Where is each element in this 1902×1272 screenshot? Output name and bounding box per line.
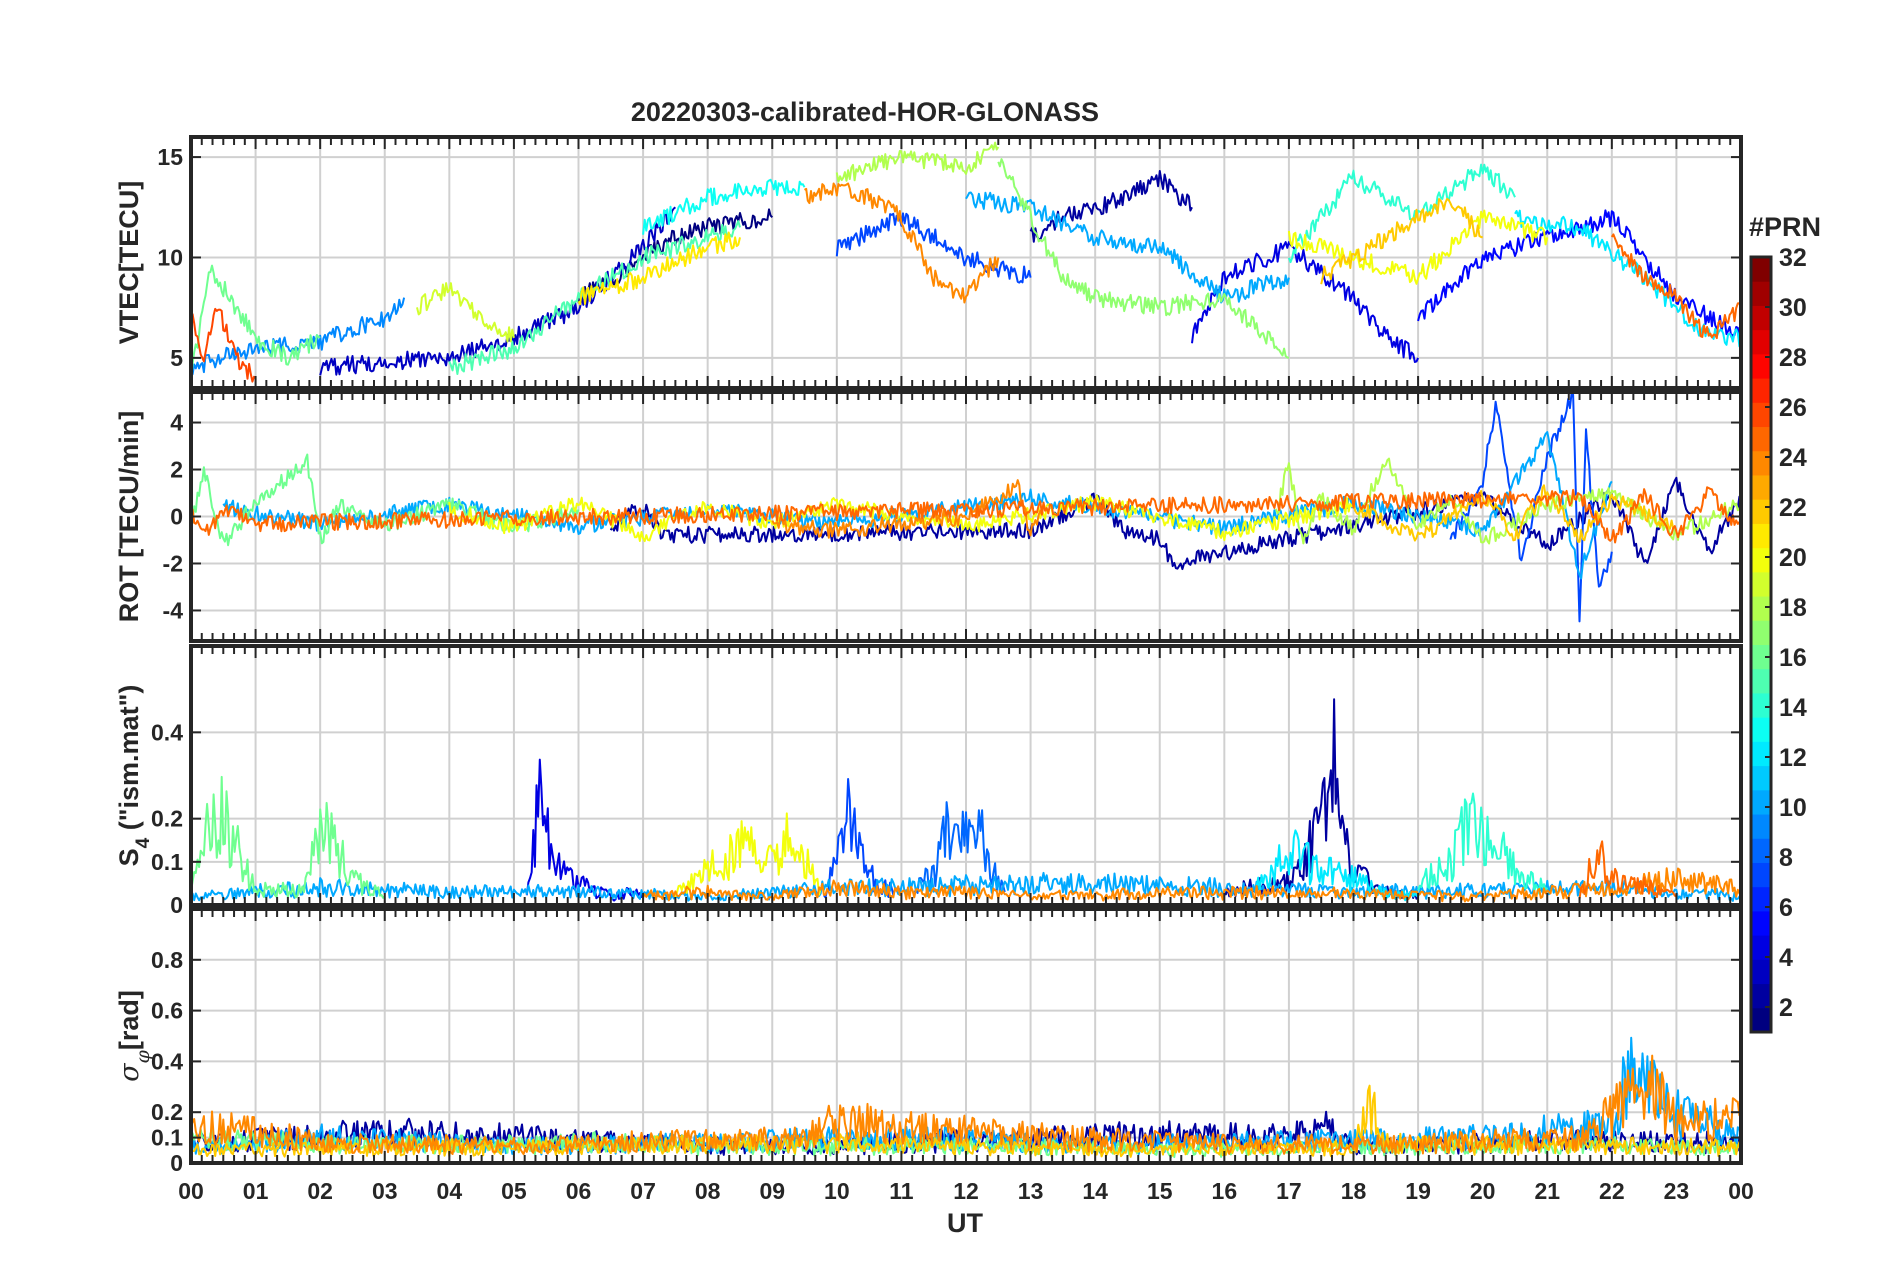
- y-tick-label: 0.4: [151, 719, 183, 745]
- x-tick-label: 17: [1276, 1178, 1302, 1204]
- figure-title: 20220303-calibrated-HOR-GLONASS: [631, 97, 1099, 127]
- x-axis-label: UT: [947, 1208, 983, 1238]
- x-tick-label: 15: [1147, 1178, 1173, 1204]
- y-tick-label: 0.1: [151, 1125, 183, 1151]
- y-tick-label: -2: [163, 550, 183, 576]
- colorbar-tick-label: 12: [1779, 744, 1807, 772]
- colorbar-tick-label: 4: [1779, 944, 1793, 972]
- colorbar-swatch: [1751, 378, 1771, 403]
- y-axis-label: VTEC[TECU]: [114, 181, 144, 345]
- colorbar-tick-label: 16: [1779, 644, 1807, 672]
- colorbar-swatch: [1751, 983, 1771, 1009]
- x-tick-label: 02: [307, 1178, 333, 1204]
- colorbar-swatch: [1751, 862, 1771, 888]
- y-tick-label: 0.8: [151, 947, 183, 973]
- x-tick-label: 09: [759, 1178, 785, 1204]
- colorbar-tick-label: 6: [1779, 894, 1793, 922]
- colorbar-tick-label: 10: [1779, 794, 1807, 822]
- colorbar-swatch: [1751, 717, 1771, 742]
- x-tick-label: 01: [243, 1178, 269, 1204]
- colorbar-tick-label: 2: [1779, 994, 1793, 1022]
- x-tick-label: 14: [1082, 1178, 1108, 1204]
- colorbar-tick-label: 22: [1779, 494, 1807, 522]
- x-tick-label: 00: [1728, 1178, 1754, 1204]
- x-tick-label: 11: [889, 1178, 914, 1204]
- colorbar-tick-label: 8: [1779, 844, 1793, 872]
- colorbar-tick-label: 18: [1779, 594, 1807, 622]
- x-tick-label: 19: [1405, 1178, 1431, 1204]
- x-tick-label: 04: [437, 1178, 463, 1204]
- x-tick-label: 22: [1599, 1178, 1625, 1204]
- colorbar-swatch: [1751, 499, 1771, 524]
- colorbar-swatch: [1751, 547, 1771, 573]
- colorbar-swatch: [1751, 789, 1771, 815]
- x-tick-label: 07: [630, 1178, 656, 1204]
- colorbar-swatch: [1751, 596, 1771, 621]
- x-tick-label: 06: [566, 1178, 592, 1204]
- y-tick-label: 0: [170, 504, 183, 530]
- x-tick-label: 03: [372, 1178, 398, 1204]
- colorbar-swatch: [1751, 814, 1771, 839]
- y-tick-label: 0.4: [151, 1048, 183, 1074]
- colorbar-tick-label: 30: [1779, 294, 1807, 322]
- y-tick-label: 0.6: [151, 998, 183, 1024]
- colorbar-swatch: [1751, 450, 1771, 476]
- y-tick-label: 0.2: [151, 1099, 183, 1125]
- x-tick-label: 12: [953, 1178, 979, 1204]
- colorbar-swatch: [1751, 838, 1771, 863]
- x-tick-label: 05: [501, 1178, 527, 1204]
- colorbar-swatch: [1751, 959, 1771, 985]
- colorbar-label: #PRN: [1749, 212, 1821, 242]
- colorbar-tick-label: 24: [1779, 444, 1807, 472]
- x-tick-label: 16: [1212, 1178, 1238, 1204]
- colorbar-swatch: [1751, 571, 1771, 597]
- colorbar-tick-label: 20: [1779, 544, 1807, 572]
- y-tick-label: 10: [157, 244, 183, 270]
- colorbar-swatch: [1751, 426, 1771, 452]
- x-tick-label: 08: [695, 1178, 721, 1204]
- colorbar-swatch: [1751, 692, 1771, 718]
- colorbar-swatch: [1751, 668, 1771, 694]
- x-tick-label: 23: [1664, 1178, 1690, 1204]
- colorbar-swatch: [1751, 305, 1771, 331]
- x-tick-label: 13: [1018, 1178, 1044, 1204]
- figure-canvas: 20220303-calibrated-HOR-GLONASS UT #PRN …: [0, 0, 1902, 1272]
- y-tick-label: 0: [170, 892, 183, 918]
- y-tick-label: 15: [157, 144, 183, 170]
- y-tick-label: 0: [170, 1150, 183, 1176]
- figure-background: [0, 0, 1902, 1272]
- x-tick-label: 00: [178, 1178, 204, 1204]
- colorbar-swatch: [1751, 1007, 1771, 1033]
- x-tick-label: 10: [824, 1178, 850, 1204]
- y-tick-label: 0.1: [151, 849, 183, 875]
- y-tick-label: 0.2: [151, 806, 183, 832]
- x-tick-label: 18: [1341, 1178, 1367, 1204]
- colorbar-swatch: [1751, 329, 1771, 355]
- y-axis-label: ROT [TECU/min]: [114, 411, 144, 622]
- y-tick-label: -4: [163, 597, 184, 623]
- y-tick-label: 2: [170, 457, 183, 483]
- colorbar-tick-label: 26: [1779, 394, 1807, 422]
- colorbar-swatch: [1751, 620, 1771, 645]
- colorbar-swatch: [1751, 910, 1771, 936]
- y-tick-label: 5: [170, 345, 183, 371]
- colorbar-tick-label: 28: [1779, 344, 1807, 372]
- colorbar-swatch: [1751, 523, 1771, 549]
- x-tick-label: 20: [1470, 1178, 1496, 1204]
- y-tick-label: 4: [170, 410, 183, 436]
- x-tick-label: 21: [1534, 1178, 1560, 1204]
- colorbar-swatch: [1751, 257, 1771, 282]
- colorbar-tick-label: 14: [1779, 694, 1807, 722]
- colorbar-swatch: [1751, 281, 1771, 306]
- colorbar-swatch: [1751, 741, 1771, 767]
- colorbar-swatch: [1751, 474, 1771, 500]
- colorbar-tick-label: 32: [1779, 244, 1807, 272]
- colorbar-swatch: [1751, 765, 1771, 791]
